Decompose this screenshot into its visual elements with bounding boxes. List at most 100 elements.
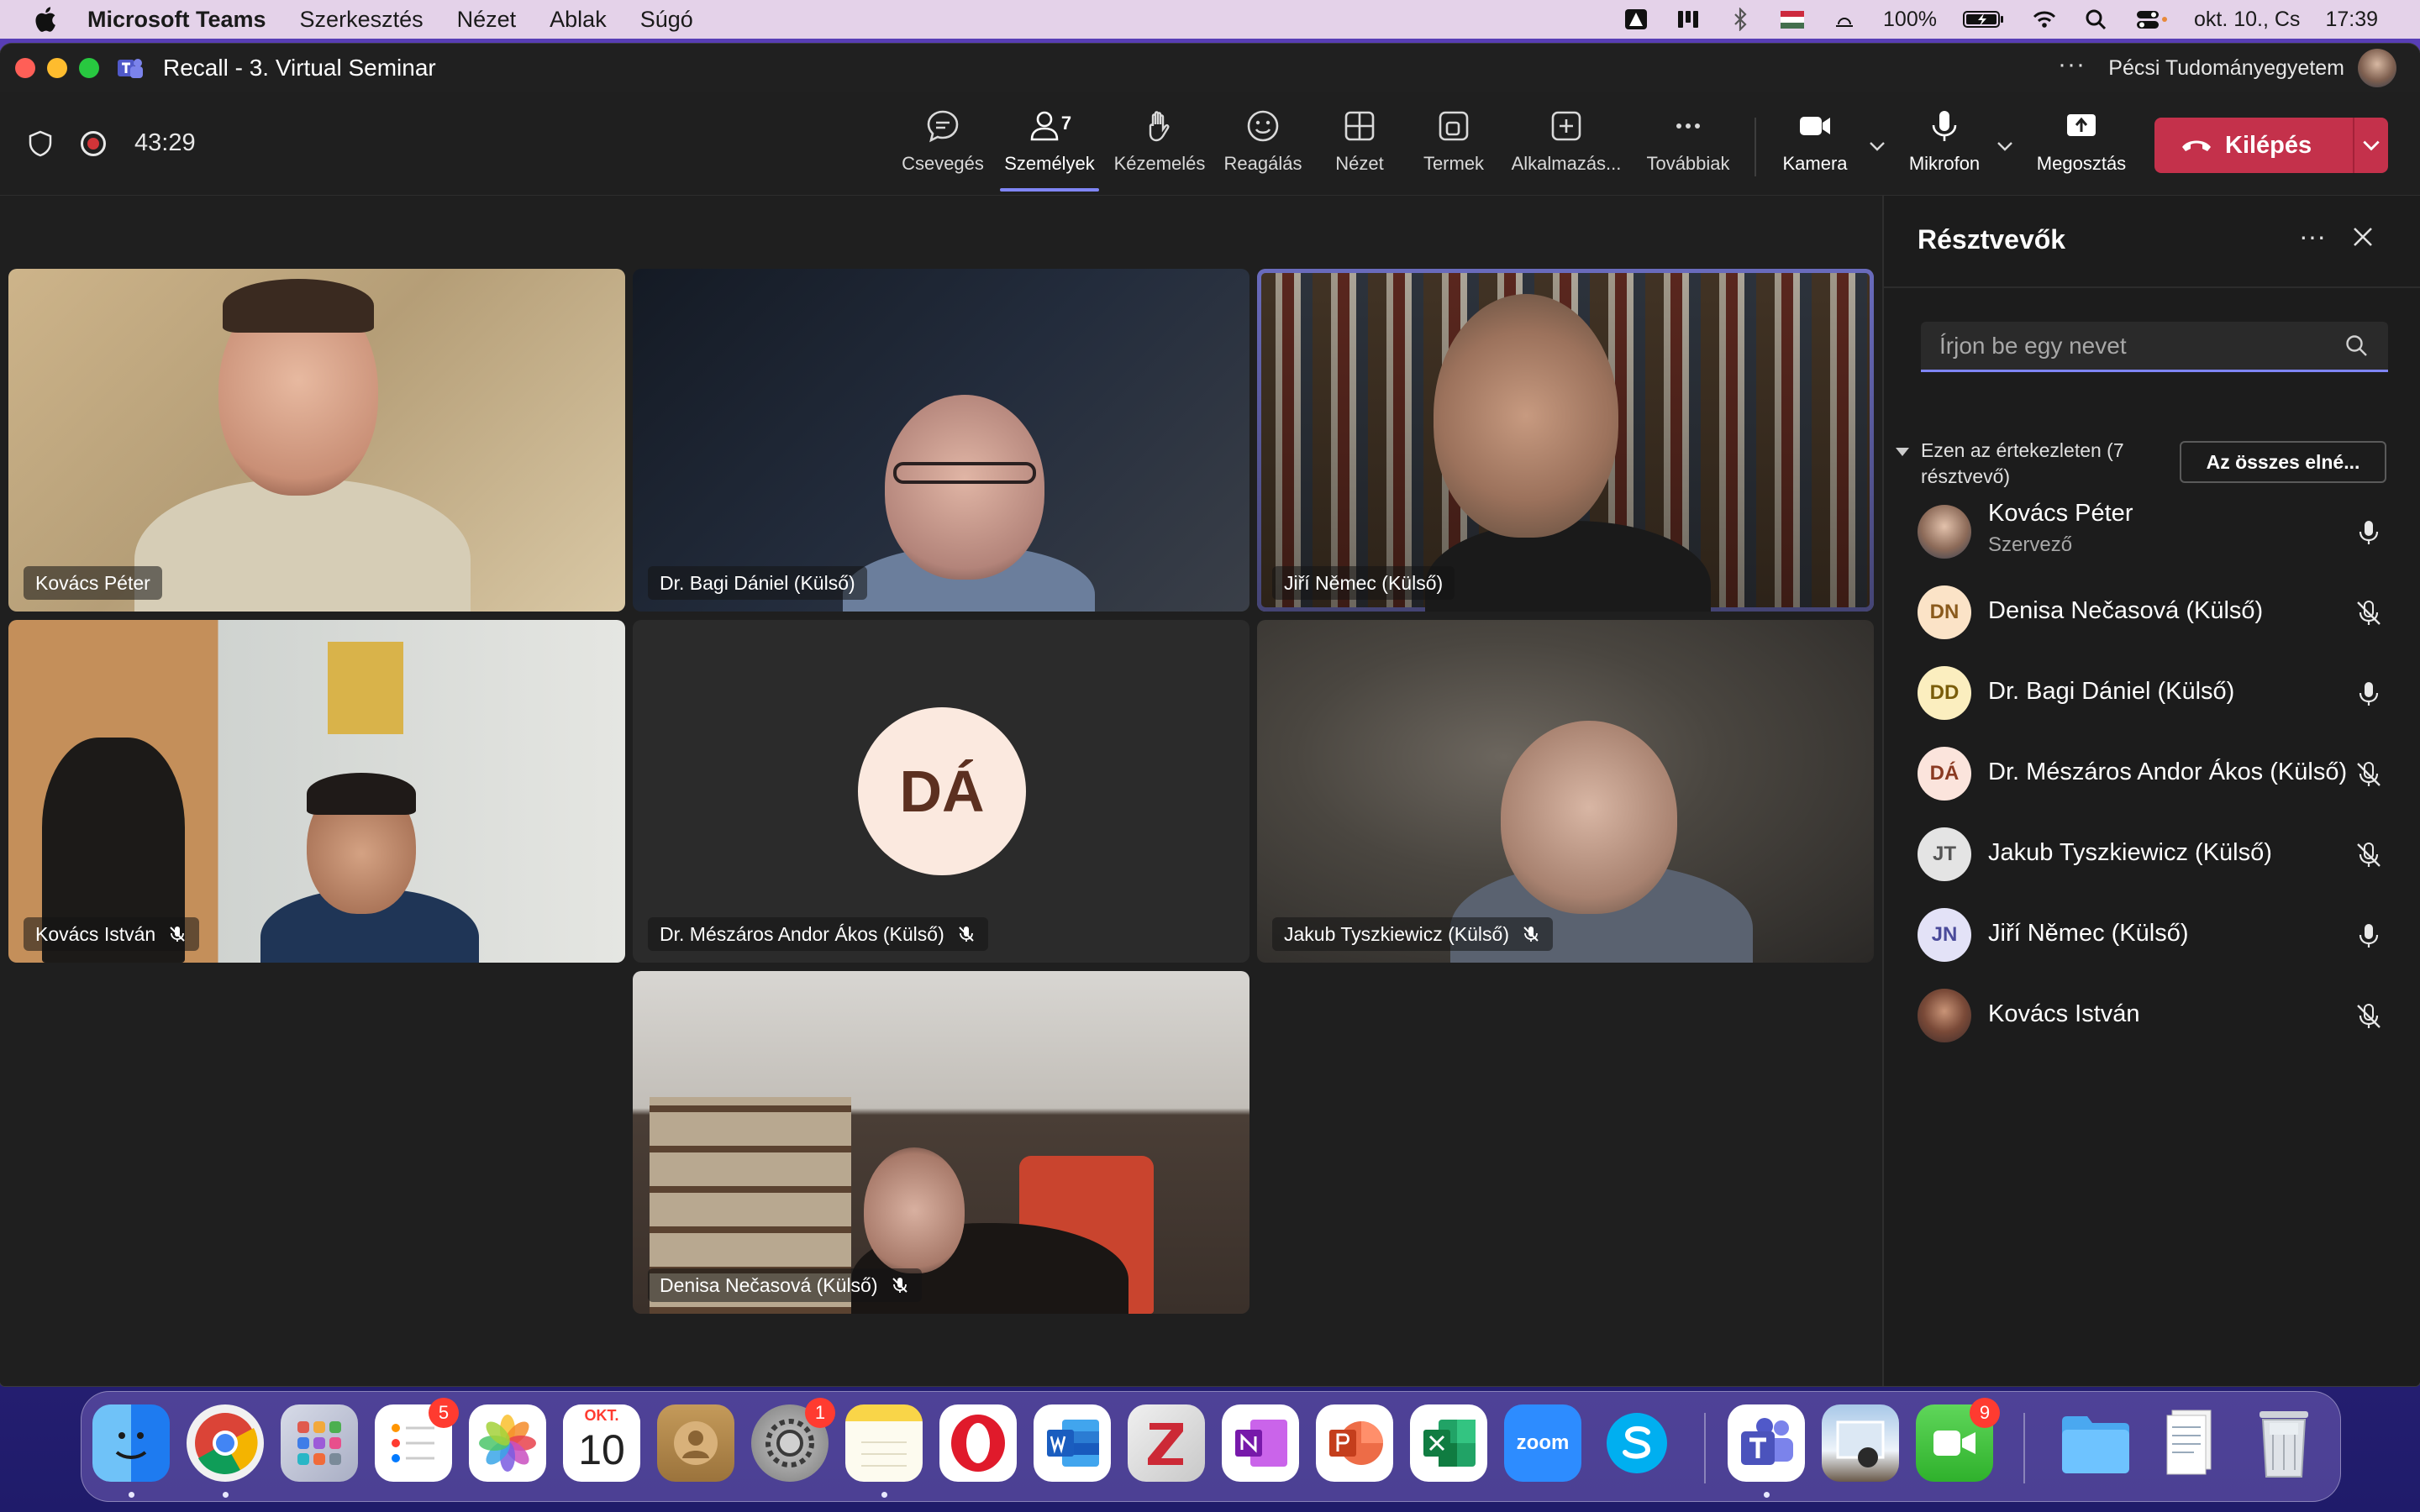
apple-logo-icon[interactable] xyxy=(32,5,57,34)
preview-icon[interactable] xyxy=(1822,1404,1899,1482)
shield-icon[interactable] xyxy=(27,129,54,158)
participant-row-jiri-nemec[interactable]: JN Jiří Němec (Külső) xyxy=(1918,900,2405,967)
onenote-icon[interactable] xyxy=(1222,1404,1299,1482)
my-avatar[interactable] xyxy=(2358,49,2396,87)
video-tile-kovacs-peter[interactable]: Kovács Péter xyxy=(8,269,625,612)
zotero-icon[interactable] xyxy=(1128,1404,1205,1482)
organization-name[interactable]: Pécsi Tudományegyetem xyxy=(2108,56,2344,81)
mute-all-button[interactable]: Az összes elné... xyxy=(2180,441,2386,483)
view-button[interactable]: Nézet xyxy=(1319,108,1400,188)
notes-running-indicator xyxy=(881,1492,887,1498)
add-app-icon xyxy=(1551,111,1581,141)
skype-icon[interactable] xyxy=(1598,1404,1676,1482)
menu-edit[interactable]: Szerkesztés xyxy=(300,7,424,33)
calendar-icon[interactable]: OKT. 10 xyxy=(563,1404,640,1482)
video-tile-jiri-nemec[interactable]: Jiří Němec (Külső) xyxy=(1257,269,1874,612)
avatar: DD xyxy=(1918,666,1971,720)
microphone-icon xyxy=(1932,111,1957,141)
video-tile-meszaros-andor-akos[interactable]: DÁ Dr. Mészáros Andor Ákos (Külső) xyxy=(633,620,1249,963)
participant-search-input[interactable] xyxy=(1921,322,2344,370)
panel-more-icon[interactable]: ··· xyxy=(2299,221,2326,252)
leave-options-button[interactable] xyxy=(2354,134,2388,156)
search-icon[interactable] xyxy=(2344,333,2370,359)
control-center-icon[interactable] xyxy=(2135,8,2169,31)
downloads-folder-icon[interactable] xyxy=(2057,1404,2134,1482)
menu-help[interactable]: Súgó xyxy=(640,7,693,33)
facetime-badge: 9 xyxy=(1970,1398,2000,1428)
status-app-icon[interactable] xyxy=(1623,8,1649,31)
chrome-icon[interactable] xyxy=(187,1404,264,1482)
notes-icon[interactable] xyxy=(845,1404,923,1482)
video-tile-denisa-necasova[interactable]: Denisa Nečasová (Külső) xyxy=(633,971,1249,1314)
menu-app-name[interactable]: Microsoft Teams xyxy=(87,7,266,33)
menu-date[interactable]: okt. 10., Cs xyxy=(2194,8,2300,32)
battery-icon[interactable] xyxy=(1962,8,2006,31)
wifi-icon[interactable] xyxy=(2031,8,2058,31)
camera-button[interactable]: Kamera xyxy=(1775,108,1855,188)
launchpad-icon[interactable] xyxy=(281,1404,358,1482)
spotlight-search-icon[interactable] xyxy=(2083,8,2110,31)
more-button[interactable]: Továbbiak xyxy=(1640,108,1736,188)
camera-options-chevron-down-icon[interactable] xyxy=(1867,136,1887,156)
trash-icon[interactable] xyxy=(2245,1404,2323,1482)
leave-main[interactable]: Kilépés xyxy=(2154,118,2353,173)
menu-window[interactable]: Ablak xyxy=(550,7,607,33)
hungarian-flag-icon[interactable] xyxy=(1779,8,1806,31)
video-tile-bagi-daniel[interactable]: Dr. Bagi Dániel (Külső) xyxy=(633,269,1249,612)
raise-hand-button[interactable]: Kézemelés xyxy=(1111,108,1208,188)
photos-icon[interactable] xyxy=(469,1404,546,1482)
minimize-window-button[interactable] xyxy=(47,58,67,78)
excel-icon[interactable] xyxy=(1410,1404,1487,1482)
close-icon[interactable] xyxy=(2350,224,2375,249)
zoom-window-button[interactable] xyxy=(79,58,99,78)
finder-icon[interactable] xyxy=(92,1404,170,1482)
recent-documents-icon[interactable] xyxy=(2151,1404,2228,1482)
section-header-in-meeting[interactable]: Ezen az értekezleten (7 résztvevő) xyxy=(1896,438,2148,490)
status-bars-icon[interactable] xyxy=(1675,8,1702,31)
section-collapse-icon[interactable] xyxy=(1896,448,1909,456)
close-window-button[interactable] xyxy=(15,58,35,78)
hang-up-phone-icon xyxy=(2182,140,2211,151)
participant-search xyxy=(1921,322,2388,372)
dock-divider xyxy=(2023,1413,2025,1483)
participant-row-bagi-daniel[interactable]: DD Dr. Bagi Dániel (Külső) xyxy=(1918,658,2405,725)
participant-row-kovacs-istvan[interactable]: Kovács István xyxy=(1918,980,2405,1047)
participant-row-denisa-necasova[interactable]: DN Denisa Nečasová (Külső) xyxy=(1918,577,2405,644)
mic-off-icon xyxy=(2357,762,2381,786)
microphone-button[interactable]: Mikrofon xyxy=(1902,108,1986,188)
more-options-icon[interactable]: ··· xyxy=(2058,50,2086,79)
battery-percent: 100% xyxy=(1883,7,1937,31)
word-icon[interactable] xyxy=(1034,1404,1111,1482)
participant-row-kovacs-peter[interactable]: Kovács Péter Szervező xyxy=(1918,496,2405,564)
zoom-icon[interactable]: zoom xyxy=(1504,1404,1581,1482)
wall-map xyxy=(328,642,403,734)
microphone-options-chevron-down-icon[interactable] xyxy=(1995,136,2015,156)
microphone-label: Mikrofon xyxy=(1908,153,1981,174)
raise-hand-label: Kézemelés xyxy=(1113,153,1206,174)
teams-dock-icon[interactable] xyxy=(1728,1404,1805,1482)
participant-row-meszaros-andor-akos[interactable]: DÁ Dr. Mészáros Andor Ákos (Külső) xyxy=(1918,738,2405,806)
rooms-button[interactable]: Termek xyxy=(1413,108,1494,188)
contacts-icon[interactable] xyxy=(657,1404,734,1482)
opera-icon[interactable] xyxy=(939,1404,1017,1482)
chat-button[interactable]: Csevegés xyxy=(896,108,990,188)
powerpoint-logo-icon xyxy=(1329,1421,1383,1465)
brightness-icon[interactable] xyxy=(1831,8,1858,31)
leave-meeting-button[interactable]: Kilépés xyxy=(2154,118,2388,173)
share-button[interactable]: Megosztás xyxy=(2030,108,2133,188)
participant-hair xyxy=(307,773,416,815)
bluetooth-icon[interactable] xyxy=(1727,8,1754,31)
video-tile-jakub-tyszkiewicz[interactable]: Jakub Tyszkiewicz (Külső) xyxy=(1257,620,1874,963)
participant-row-jakub-tyszkiewicz[interactable]: JT Jakub Tyszkiewicz (Külső) xyxy=(1918,819,2405,886)
video-tile-kovacs-istvan[interactable]: Kovács István xyxy=(8,620,625,963)
people-button[interactable]: 7 Személyek xyxy=(1000,108,1099,192)
menu-time[interactable]: 17:39 xyxy=(2325,8,2378,32)
menu-view[interactable]: Nézet xyxy=(457,7,517,33)
view-label: Nézet xyxy=(1335,153,1384,174)
apps-button[interactable]: Alkalmazás... xyxy=(1507,108,1625,188)
powerpoint-icon[interactable] xyxy=(1316,1404,1393,1482)
tile-name: Denisa Nečasová (Külső) xyxy=(660,1273,878,1296)
teams-meeting-window: Recall - 3. Virtual Seminar ··· Pécsi Tu… xyxy=(0,44,2420,1386)
react-button[interactable]: Reagálás xyxy=(1220,108,1306,188)
onenote-logo-icon xyxy=(1235,1420,1287,1467)
